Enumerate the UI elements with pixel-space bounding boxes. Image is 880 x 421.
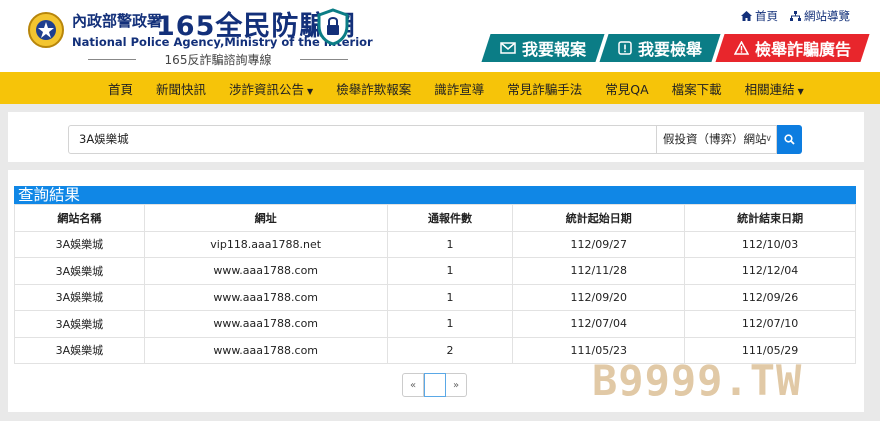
- table-cell: 3A娛樂城: [14, 310, 145, 338]
- nav-item-label: 常見QA: [605, 81, 649, 97]
- column-header: 網站名稱: [14, 204, 145, 232]
- report-ad-button[interactable]: 檢舉詐騙廣告: [715, 34, 870, 62]
- home-link-label: 首頁: [755, 9, 778, 23]
- category-select-value: 假投資（博弈）網站: [663, 132, 767, 146]
- nav-item-label: 識詐宣導: [434, 81, 485, 97]
- table-row: 3A娛樂城 vip118.aaa1788.net 1 112/09/27 112/10/…: [14, 230, 856, 258]
- nav-item-label: 常見詐騙手法: [507, 81, 583, 97]
- table-cell: 112/10/03: [684, 230, 856, 258]
- nav-item[interactable]: 識詐宣導: [434, 79, 484, 98]
- search-icon: [784, 134, 795, 145]
- table-row: 3A娛樂城 www.aaa1788.com 1 112/07/04 112/07/10: [14, 310, 856, 338]
- main-nav: 首頁 新聞快訊 涉詐資訊公告 ▼ 檢舉詐欺報案 識詐宣導 常見詐騙手法 常見QA 檔案下載 相關連…: [0, 72, 880, 104]
- home-link[interactable]: 首頁: [741, 8, 778, 24]
- table-cell: www.aaa1788.com: [143, 283, 388, 311]
- table-cell: 112/12/04: [684, 257, 856, 285]
- table-cell: 3A娛樂城: [14, 230, 145, 258]
- police-badge-icon[interactable]: [26, 10, 66, 50]
- nav-item-label: 首頁: [108, 81, 134, 97]
- nav-item-label: 檔案下載: [671, 81, 722, 97]
- table-cell: 2: [386, 336, 514, 364]
- table-row: 3A娛樂城 www.aaa1788.com 1 112/11/28 112/12/04: [14, 257, 856, 285]
- search-input[interactable]: 3A娛樂城: [68, 125, 658, 154]
- watermark: B9999.TW: [592, 356, 803, 405]
- table-cell: 3A娛樂城: [14, 283, 145, 311]
- nav-item[interactable]: 常見QA: [605, 79, 648, 98]
- results-title: 查詢結果: [14, 186, 856, 204]
- table-cell: 112/11/28: [512, 257, 686, 285]
- warning-triangle-icon: [734, 41, 750, 55]
- caret-down-icon: ▼: [797, 86, 804, 96]
- table-cell: 1: [386, 310, 514, 338]
- table-cell: 112/07/04: [512, 310, 686, 338]
- table-cell: 3A娛樂城: [14, 336, 145, 364]
- search-button[interactable]: [777, 125, 802, 154]
- nav-item-label: 新聞快訊: [156, 81, 207, 97]
- column-header: 統計結束日期: [684, 204, 856, 232]
- nav-item-label: 涉詐資訊公告: [229, 81, 305, 97]
- caret-down-icon: ▼: [307, 86, 314, 96]
- pagination-current-page[interactable]: [424, 373, 446, 397]
- pagination: « »: [402, 373, 467, 397]
- table-cell: 112/09/26: [684, 283, 856, 311]
- nav-item[interactable]: 相關連結 ▼: [745, 79, 804, 98]
- table-cell: vip118.aaa1788.net: [143, 230, 388, 258]
- table-cell: 1: [386, 230, 514, 258]
- report-tip-label: 我要檢舉: [638, 40, 703, 59]
- table-cell: 112/09/20: [512, 283, 686, 311]
- pagination-prev-button[interactable]: «: [402, 373, 424, 397]
- report-ad-label: 檢舉詐騙廣告: [755, 40, 852, 59]
- column-header: 統計起始日期: [512, 204, 686, 232]
- envelope-icon: [500, 42, 516, 54]
- nav-item[interactable]: 常見詐騙手法: [507, 79, 582, 98]
- nav-item[interactable]: 首頁: [108, 79, 133, 98]
- nav-item-label: 檢舉詐欺報案: [336, 81, 412, 97]
- action-buttons: 我要報案 我要檢舉 檢舉詐騙廣告: [481, 34, 870, 62]
- table-body: 3A娛樂城 vip118.aaa1788.net 1 112/09/27 112/10/…: [14, 230, 856, 364]
- nav-items: 首頁 新聞快訊 涉詐資訊公告 ▼ 檢舉詐欺報案 識詐宣導 常見詐騙手法 常見QA 檔案下載 相關連…: [108, 72, 827, 104]
- site-header: 內政部警政署 165全民防騙網 National Police Agency,M…: [0, 0, 880, 72]
- nav-item[interactable]: 新聞快訊: [156, 79, 206, 98]
- top-links: 首頁 網站導覽: [741, 8, 850, 24]
- table-row: 3A娛樂城 www.aaa1788.com 1 112/09/20 112/09/26: [14, 283, 856, 311]
- shield-lock-icon: [317, 8, 349, 46]
- table-cell: www.aaa1788.com: [143, 257, 388, 285]
- sitemap-link-label: 網站導覽: [804, 9, 850, 23]
- report-case-label: 我要報案: [522, 40, 587, 59]
- column-header: 網址: [143, 204, 388, 232]
- home-icon: [741, 11, 752, 21]
- table-cell: 3A娛樂城: [14, 257, 145, 285]
- agency-name-zh: 內政部警政署: [72, 12, 163, 30]
- report-case-button[interactable]: 我要報案: [481, 34, 605, 62]
- nav-item[interactable]: 檔案下載: [672, 79, 722, 98]
- chevron-down-icon: ∨: [765, 134, 772, 144]
- table-cell: 112/09/27: [512, 230, 686, 258]
- pagination-next-button[interactable]: »: [446, 373, 467, 397]
- exclamation-box-icon: [618, 41, 632, 55]
- search-panel: 3A娛樂城 假投資（博弈）網站 ∨: [8, 112, 864, 162]
- sitemap-link[interactable]: 網站導覽: [790, 8, 850, 24]
- report-tip-button[interactable]: 我要檢舉: [599, 34, 721, 62]
- table-cell: 112/07/10: [684, 310, 856, 338]
- results-table: 網站名稱 網址 通報件數 統計起始日期 統計結束日期 3A娛樂城 vip118.aaa17…: [14, 204, 856, 364]
- nav-item-label: 相關連結: [744, 81, 795, 97]
- hotline-label: 165反詐騙諮詢專線: [88, 51, 348, 68]
- table-header-row: 網站名稱 網址 通報件數 統計起始日期 統計結束日期: [14, 204, 856, 232]
- column-header: 通報件數: [386, 204, 514, 232]
- nav-item[interactable]: 涉詐資訊公告 ▼: [229, 79, 313, 98]
- table-cell: 1: [386, 283, 514, 311]
- table-cell: www.aaa1788.com: [143, 336, 388, 364]
- category-select[interactable]: 假投資（博弈）網站 ∨: [656, 125, 777, 154]
- nav-item[interactable]: 檢舉詐欺報案: [336, 79, 411, 98]
- table-cell: www.aaa1788.com: [143, 310, 388, 338]
- table-cell: 1: [386, 257, 514, 285]
- sitemap-icon: [790, 11, 801, 21]
